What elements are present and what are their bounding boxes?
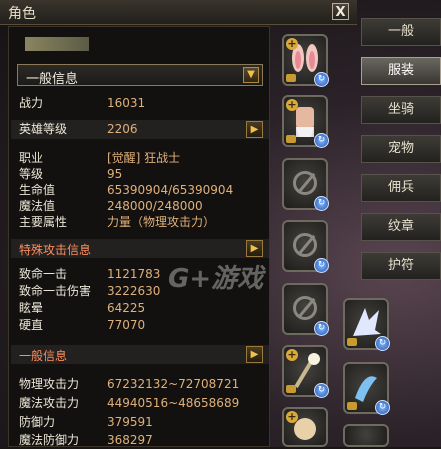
costume-slot-empty[interactable]: ↻ bbox=[282, 158, 329, 211]
stat-value: 44940516~48658689 bbox=[107, 396, 240, 410]
stat-value: 1121783 bbox=[107, 267, 161, 281]
stat-label: 主要属性 bbox=[19, 215, 68, 229]
stat-label: 战力 bbox=[19, 96, 44, 110]
bag-icon bbox=[286, 135, 296, 143]
tab-talisman[interactable]: 护符 bbox=[361, 252, 441, 280]
stat-label: 致命一击 bbox=[19, 267, 68, 281]
plus-icon: + bbox=[286, 37, 298, 50]
refresh-icon[interactable]: ↻ bbox=[314, 321, 329, 336]
stat-label: 眩晕 bbox=[19, 301, 44, 315]
costume-slot-head[interactable]: + ↻ bbox=[282, 34, 329, 87]
chevron-down-icon[interactable]: ▼ bbox=[243, 67, 259, 83]
stat-value: 67232132~72708721 bbox=[107, 377, 240, 391]
tab-costume[interactable]: 服装 bbox=[361, 57, 441, 85]
tab-pet[interactable]: 宠物 bbox=[361, 135, 441, 163]
stat-label: 防御力 bbox=[19, 415, 56, 429]
costume-slot-empty[interactable]: ↻ bbox=[282, 220, 329, 273]
stat-value: 368297 bbox=[107, 433, 153, 447]
window-title: 角色 bbox=[8, 6, 36, 22]
bag-icon bbox=[286, 385, 296, 393]
close-button[interactable]: X bbox=[332, 3, 349, 20]
info-category-value: 一般信息 bbox=[26, 72, 79, 87]
stat-value: 77070 bbox=[107, 318, 146, 332]
costume-slot-tail[interactable]: ↻ bbox=[343, 362, 390, 415]
empty-slot-icon bbox=[293, 233, 317, 257]
plus-icon: + bbox=[286, 348, 298, 361]
tab-emblem[interactable]: 纹章 bbox=[361, 213, 441, 241]
empty-slot-icon bbox=[293, 296, 317, 320]
stat-value: 16031 bbox=[107, 96, 146, 110]
stat-label: 英雄等级 bbox=[19, 122, 68, 136]
stat-label: 魔法攻击力 bbox=[19, 396, 80, 410]
stat-label: 魔法防御力 bbox=[19, 433, 80, 447]
bag-icon bbox=[286, 74, 296, 82]
refresh-icon[interactable]: ↻ bbox=[314, 72, 329, 87]
plus-icon: + bbox=[286, 410, 298, 423]
general-info-detail-button[interactable]: ▶ bbox=[246, 346, 263, 363]
site-watermark: G+游戏 bbox=[168, 264, 264, 294]
costume-slot-extra-2[interactable] bbox=[343, 424, 389, 447]
refresh-icon[interactable]: ↻ bbox=[314, 133, 329, 148]
stat-value: 379591 bbox=[107, 415, 153, 429]
plus-icon: + bbox=[286, 98, 298, 111]
empty-slot-icon bbox=[293, 171, 317, 195]
info-category-select[interactable]: 一般信息 ▼ bbox=[17, 64, 263, 87]
refresh-icon[interactable]: ↻ bbox=[375, 336, 390, 351]
character-name-blurred bbox=[25, 37, 89, 51]
stat-value: 力量（物理攻击力） bbox=[107, 215, 216, 229]
hero-level-detail-button[interactable]: ▶ bbox=[246, 121, 263, 138]
stat-label: 硬直 bbox=[19, 318, 44, 332]
stat-label: 致命一击伤害 bbox=[19, 284, 92, 298]
stat-value: 64225 bbox=[107, 301, 146, 315]
tab-mount[interactable]: 坐骑 bbox=[361, 96, 441, 124]
costume-slot-empty[interactable]: ↻ bbox=[282, 283, 329, 336]
refresh-icon[interactable]: ↻ bbox=[314, 383, 329, 398]
tab-mercenary[interactable]: 佣兵 bbox=[361, 174, 441, 202]
costume-slot-wing[interactable]: ↻ bbox=[343, 298, 390, 351]
special-attack-detail-button[interactable]: ▶ bbox=[246, 240, 263, 257]
tab-general[interactable]: 一般 bbox=[361, 18, 441, 46]
refresh-icon[interactable]: ↻ bbox=[314, 258, 329, 273]
costume-slot-extra[interactable]: + bbox=[282, 407, 328, 447]
refresh-icon[interactable]: ↻ bbox=[314, 196, 329, 211]
stat-value: 2206 bbox=[107, 122, 138, 136]
refresh-icon[interactable]: ↻ bbox=[375, 400, 390, 415]
bag-icon bbox=[347, 402, 357, 410]
character-info-panel: 一般信息 ▼ 战力 16031 英雄等级 2206 ▶ 职业 [觉醒] 狂战士 … bbox=[8, 26, 270, 447]
costume-slot-body[interactable]: + ↻ bbox=[282, 95, 329, 148]
costume-slot-weapon[interactable]: + ↻ bbox=[282, 345, 329, 398]
title-bar: 角色 X bbox=[0, 0, 357, 25]
bag-icon bbox=[347, 338, 357, 346]
special-attack-section-title: 特殊攻击信息 bbox=[19, 243, 92, 257]
stat-label: 物理攻击力 bbox=[19, 377, 80, 391]
general-info-section-title: 一般信息 bbox=[19, 349, 68, 363]
stat-value: 3222630 bbox=[107, 284, 161, 298]
